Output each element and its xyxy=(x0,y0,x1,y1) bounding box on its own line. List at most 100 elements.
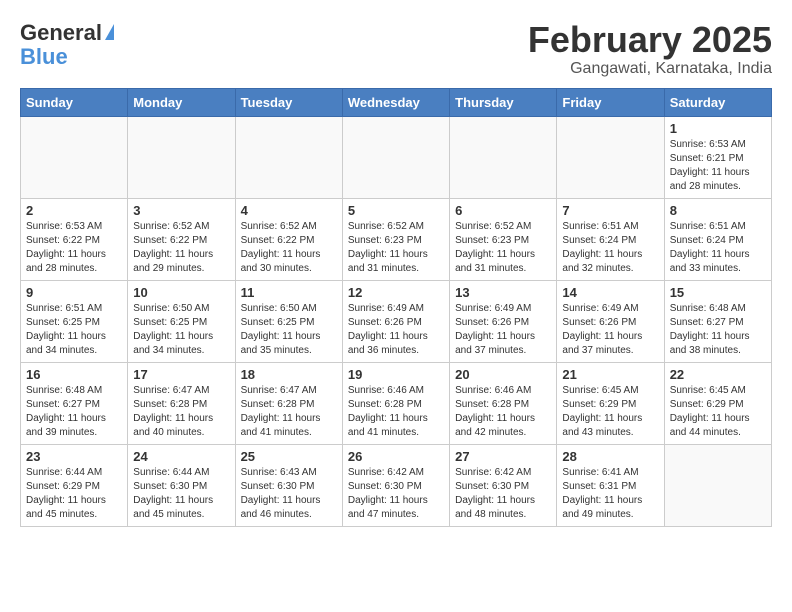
calendar-day-cell: 8 Sunrise: 6:51 AM Sunset: 6:24 PM Daylig… xyxy=(664,198,771,280)
calendar-day-cell xyxy=(557,116,664,198)
day-number: 8 xyxy=(670,203,766,218)
calendar-day-cell: 7 Sunrise: 6:51 AM Sunset: 6:24 PM Daylig… xyxy=(557,198,664,280)
day-info: Sunrise: 6:52 AM Sunset: 6:22 PM Dayligh… xyxy=(133,220,229,276)
calendar-day-cell: 26 Sunrise: 6:42 AM Sunset: 6:30 PM Dayli… xyxy=(342,444,449,526)
day-number: 27 xyxy=(455,449,551,464)
calendar-day-cell: 13Sunrise: 6:49 AM Sunset: 6:26 PM Dayli… xyxy=(450,280,557,362)
calendar-day-cell xyxy=(450,116,557,198)
weekday-header-row: SundayMondayTuesdayWednesdayThursdayFrid… xyxy=(21,88,772,116)
calendar-day-cell: 28 Sunrise: 6:41 AM Sunset: 6:31 PM Dayli… xyxy=(557,444,664,526)
day-number: 20 xyxy=(455,367,551,382)
day-number: 7 xyxy=(562,203,658,218)
day-info: Sunrise: 6:51 AM Sunset: 6:25 PM Dayligh… xyxy=(26,302,122,358)
weekday-header: Thursday xyxy=(450,88,557,116)
calendar-week-row: 9 Sunrise: 6:51 AM Sunset: 6:25 PM Daylig… xyxy=(21,280,772,362)
day-info: Sunrise: 6:52 AM Sunset: 6:22 PM Dayligh… xyxy=(241,220,337,276)
calendar-day-cell: 9 Sunrise: 6:51 AM Sunset: 6:25 PM Daylig… xyxy=(21,280,128,362)
day-number: 17 xyxy=(133,367,229,382)
page-header: General Blue February 2025 Gangawati, Ka… xyxy=(20,20,772,78)
day-info: Sunrise: 6:52 AM Sunset: 6:23 PM Dayligh… xyxy=(348,220,444,276)
day-info: Sunrise: 6:46 AM Sunset: 6:28 PM Dayligh… xyxy=(348,384,444,440)
calendar-day-cell: 24Sunrise: 6:44 AM Sunset: 6:30 PM Dayli… xyxy=(128,444,235,526)
calendar-week-row: 23Sunrise: 6:44 AM Sunset: 6:29 PM Dayli… xyxy=(21,444,772,526)
day-info: Sunrise: 6:51 AM Sunset: 6:24 PM Dayligh… xyxy=(670,220,766,276)
calendar-day-cell: 23Sunrise: 6:44 AM Sunset: 6:29 PM Dayli… xyxy=(21,444,128,526)
day-number: 9 xyxy=(26,285,122,300)
calendar-day-cell: 21 Sunrise: 6:45 AM Sunset: 6:29 PM Dayli… xyxy=(557,362,664,444)
calendar-day-cell: 20 Sunrise: 6:46 AM Sunset: 6:28 PM Dayli… xyxy=(450,362,557,444)
day-info: Sunrise: 6:47 AM Sunset: 6:28 PM Dayligh… xyxy=(133,384,229,440)
day-info: Sunrise: 6:47 AM Sunset: 6:28 PM Dayligh… xyxy=(241,384,337,440)
month-title: February 2025 xyxy=(528,20,772,60)
calendar-day-cell: 27 Sunrise: 6:42 AM Sunset: 6:30 PM Dayli… xyxy=(450,444,557,526)
calendar-day-cell: 1 Sunrise: 6:53 AM Sunset: 6:21 PM Daylig… xyxy=(664,116,771,198)
day-number: 22 xyxy=(670,367,766,382)
day-number: 4 xyxy=(241,203,337,218)
calendar-day-cell: 4 Sunrise: 6:52 AM Sunset: 6:22 PM Daylig… xyxy=(235,198,342,280)
day-info: Sunrise: 6:52 AM Sunset: 6:23 PM Dayligh… xyxy=(455,220,551,276)
logo: General Blue xyxy=(20,20,114,68)
day-info: Sunrise: 6:49 AM Sunset: 6:26 PM Dayligh… xyxy=(348,302,444,358)
weekday-header: Wednesday xyxy=(342,88,449,116)
day-number: 18 xyxy=(241,367,337,382)
day-number: 6 xyxy=(455,203,551,218)
day-info: Sunrise: 6:41 AM Sunset: 6:31 PM Dayligh… xyxy=(562,466,658,522)
day-number: 23 xyxy=(26,449,122,464)
calendar-day-cell: 3 Sunrise: 6:52 AM Sunset: 6:22 PM Daylig… xyxy=(128,198,235,280)
day-info: Sunrise: 6:50 AM Sunset: 6:25 PM Dayligh… xyxy=(133,302,229,358)
day-info: Sunrise: 6:42 AM Sunset: 6:30 PM Dayligh… xyxy=(455,466,551,522)
day-info: Sunrise: 6:50 AM Sunset: 6:25 PM Dayligh… xyxy=(241,302,337,358)
weekday-header: Saturday xyxy=(664,88,771,116)
day-number: 12 xyxy=(348,285,444,300)
calendar-day-cell: 14Sunrise: 6:49 AM Sunset: 6:26 PM Dayli… xyxy=(557,280,664,362)
logo-triangle-icon xyxy=(105,24,114,40)
day-number: 15 xyxy=(670,285,766,300)
title-area: February 2025 Gangawati, Karnataka, Indi… xyxy=(528,20,772,78)
calendar-day-cell: 12 Sunrise: 6:49 AM Sunset: 6:26 PM Dayli… xyxy=(342,280,449,362)
calendar-day-cell xyxy=(128,116,235,198)
day-info: Sunrise: 6:45 AM Sunset: 6:29 PM Dayligh… xyxy=(562,384,658,440)
calendar-day-cell: 15 Sunrise: 6:48 AM Sunset: 6:27 PM Dayli… xyxy=(664,280,771,362)
calendar-day-cell: 18 Sunrise: 6:47 AM Sunset: 6:28 PM Dayli… xyxy=(235,362,342,444)
day-info: Sunrise: 6:45 AM Sunset: 6:29 PM Dayligh… xyxy=(670,384,766,440)
calendar-day-cell: 2 Sunrise: 6:53 AM Sunset: 6:22 PM Daylig… xyxy=(21,198,128,280)
calendar-day-cell: 6 Sunrise: 6:52 AM Sunset: 6:23 PM Daylig… xyxy=(450,198,557,280)
day-number: 3 xyxy=(133,203,229,218)
calendar-week-row: 16 Sunrise: 6:48 AM Sunset: 6:27 PM Dayli… xyxy=(21,362,772,444)
weekday-header: Friday xyxy=(557,88,664,116)
day-number: 19 xyxy=(348,367,444,382)
day-number: 13 xyxy=(455,285,551,300)
weekday-header: Tuesday xyxy=(235,88,342,116)
day-number: 11 xyxy=(241,285,337,300)
day-number: 28 xyxy=(562,449,658,464)
day-info: Sunrise: 6:48 AM Sunset: 6:27 PM Dayligh… xyxy=(670,302,766,358)
day-number: 25 xyxy=(241,449,337,464)
calendar-day-cell: 5 Sunrise: 6:52 AM Sunset: 6:23 PM Daylig… xyxy=(342,198,449,280)
calendar-day-cell: 17 Sunrise: 6:47 AM Sunset: 6:28 PM Dayli… xyxy=(128,362,235,444)
day-number: 26 xyxy=(348,449,444,464)
calendar-day-cell xyxy=(342,116,449,198)
day-number: 21 xyxy=(562,367,658,382)
day-info: Sunrise: 6:53 AM Sunset: 6:22 PM Dayligh… xyxy=(26,220,122,276)
logo-blue-text: Blue xyxy=(20,46,68,68)
calendar-day-cell: 19 Sunrise: 6:46 AM Sunset: 6:28 PM Dayli… xyxy=(342,362,449,444)
logo-general-text: General xyxy=(20,20,102,46)
calendar-day-cell: 25Sunrise: 6:43 AM Sunset: 6:30 PM Dayli… xyxy=(235,444,342,526)
day-info: Sunrise: 6:48 AM Sunset: 6:27 PM Dayligh… xyxy=(26,384,122,440)
day-info: Sunrise: 6:51 AM Sunset: 6:24 PM Dayligh… xyxy=(562,220,658,276)
day-number: 5 xyxy=(348,203,444,218)
calendar-day-cell: 16 Sunrise: 6:48 AM Sunset: 6:27 PM Dayli… xyxy=(21,362,128,444)
day-info: Sunrise: 6:53 AM Sunset: 6:21 PM Dayligh… xyxy=(670,138,766,194)
day-number: 14 xyxy=(562,285,658,300)
calendar-day-cell xyxy=(664,444,771,526)
weekday-header: Monday xyxy=(128,88,235,116)
day-info: Sunrise: 6:42 AM Sunset: 6:30 PM Dayligh… xyxy=(348,466,444,522)
day-info: Sunrise: 6:44 AM Sunset: 6:30 PM Dayligh… xyxy=(133,466,229,522)
calendar-day-cell xyxy=(235,116,342,198)
day-number: 10 xyxy=(133,285,229,300)
day-number: 2 xyxy=(26,203,122,218)
day-info: Sunrise: 6:46 AM Sunset: 6:28 PM Dayligh… xyxy=(455,384,551,440)
day-number: 1 xyxy=(670,121,766,136)
day-number: 16 xyxy=(26,367,122,382)
calendar-day-cell: 11 Sunrise: 6:50 AM Sunset: 6:25 PM Dayli… xyxy=(235,280,342,362)
